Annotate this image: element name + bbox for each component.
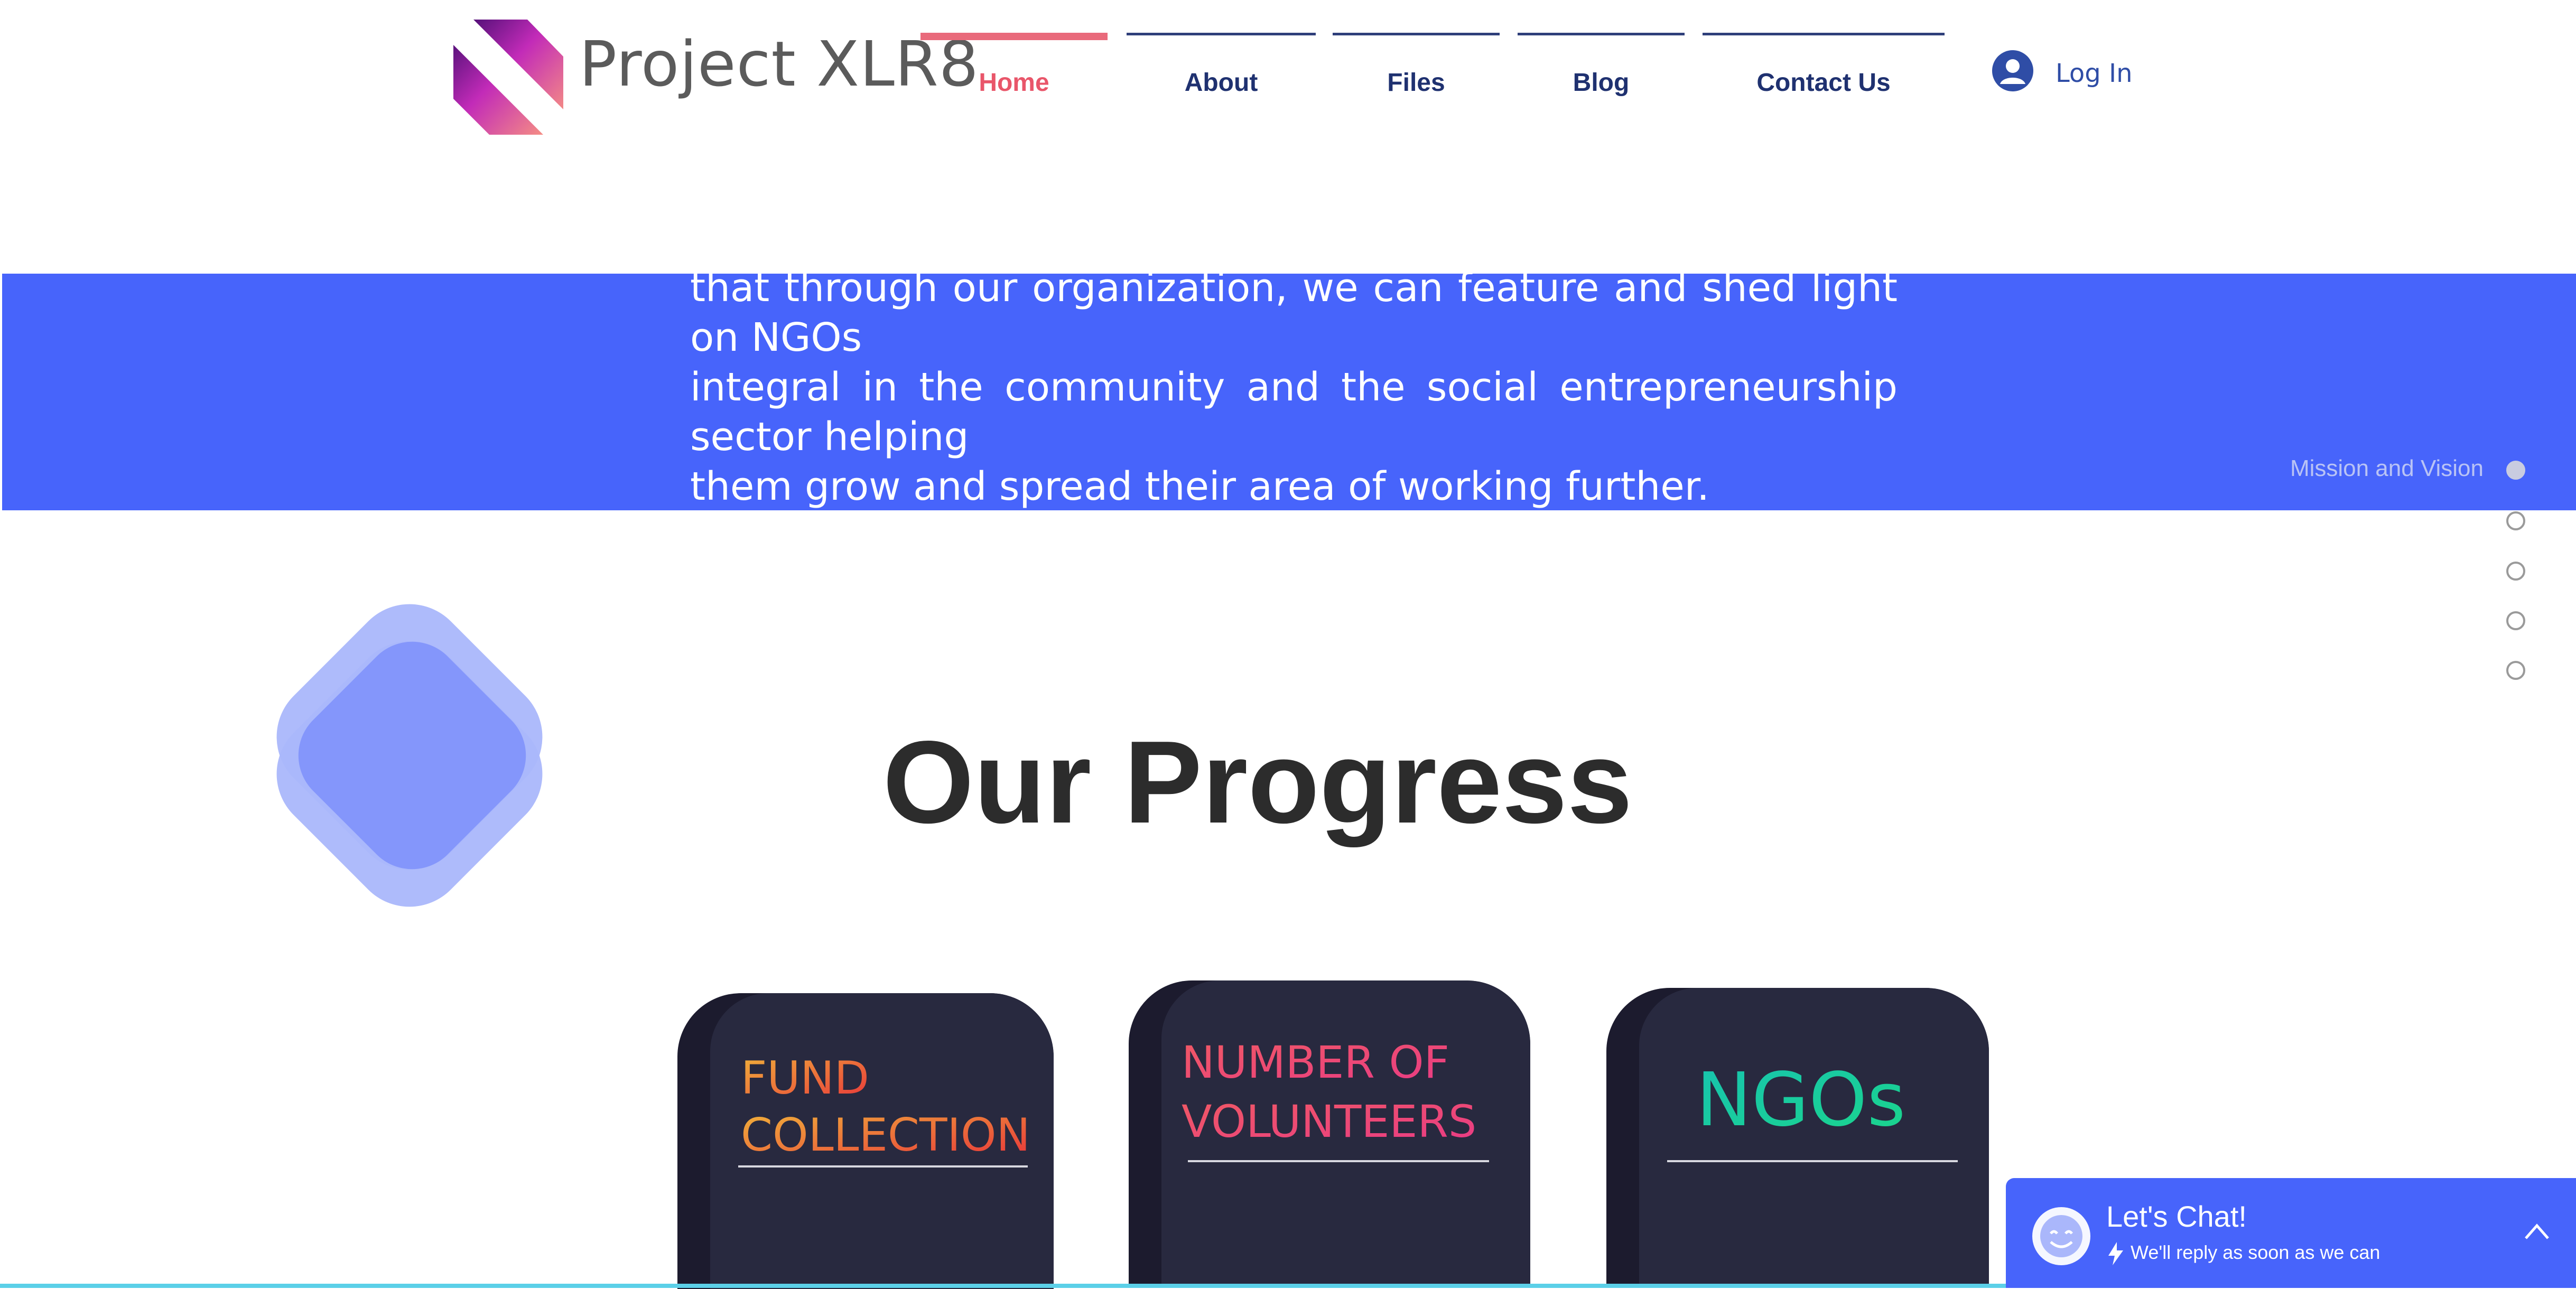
nav-home[interactable]: Home [920, 33, 1108, 112]
progress-card-volunteers: NUMBER OF VOLUNTEERS [1129, 980, 1530, 1288]
section-dot-4[interactable] [2506, 611, 2525, 630]
brand-name[interactable]: Project XLR8 [579, 33, 979, 95]
section-dot-1[interactable] [2506, 461, 2525, 480]
progress-card-fund: FUND COLLECTION [677, 993, 1054, 1289]
card-title-line-2: COLLECTION [741, 1109, 1030, 1162]
card-title-line-1: NUMBER OF [1182, 1036, 1449, 1088]
card-title-line-2: VOLUNTEERS [1182, 1096, 1476, 1147]
nav-about[interactable]: About [1127, 33, 1316, 112]
chat-title: Let's Chat! [2106, 1200, 2247, 1233]
section-dot-3[interactable] [2506, 562, 2525, 581]
chevron-up-icon[interactable] [2524, 1220, 2550, 1241]
progress-card-ngos: NGOs [1606, 988, 1989, 1288]
section-nav-label: Mission and Vision [2290, 455, 2484, 481]
site-header: Project XLR8 Home About Files Blog Conta… [0, 0, 2576, 274]
nav-blog[interactable]: Blog [1518, 33, 1685, 112]
section-dot-5[interactable] [2506, 661, 2525, 680]
chat-subtitle-text: We'll reply as soon as we can [2131, 1241, 2380, 1263]
logo-icon[interactable] [453, 20, 563, 135]
card-divider [738, 1165, 1028, 1167]
decorative-diamond-shape [276, 604, 543, 907]
nav-files[interactable]: Files [1333, 33, 1500, 112]
mission-section: that through our organization, we can fe… [2, 265, 2576, 510]
section-dot-2[interactable] [2506, 511, 2525, 530]
nav-contact-us[interactable]: Contact Us [1703, 33, 1945, 112]
card-title-volunteers: NUMBER OF VOLUNTEERS [1182, 1036, 1476, 1147]
login-label: Log In [2056, 59, 2133, 88]
page-bottom-border [0, 1284, 2006, 1288]
chat-widget[interactable]: Let's Chat! We'll reply as soon as we ca… [2006, 1178, 2576, 1288]
card-title-ngos: NGOs [1696, 1062, 1905, 1143]
card-divider [1188, 1160, 1489, 1162]
card-title-line-1: NGOs [1696, 1062, 1905, 1143]
card-title-fund: FUND COLLECTION [741, 1052, 1030, 1162]
chat-subtitle: We'll reply as soon as we can [2106, 1241, 2380, 1266]
card-divider [1667, 1160, 1958, 1162]
progress-heading: Our Progress [882, 717, 1633, 848]
lightning-icon [2108, 1242, 2123, 1266]
mission-text: that through our organization, we can fe… [690, 265, 1898, 509]
smiley-face-icon [2032, 1207, 2090, 1265]
card-title-line-1: FUND [741, 1052, 869, 1105]
user-avatar-icon [1992, 50, 2033, 91]
